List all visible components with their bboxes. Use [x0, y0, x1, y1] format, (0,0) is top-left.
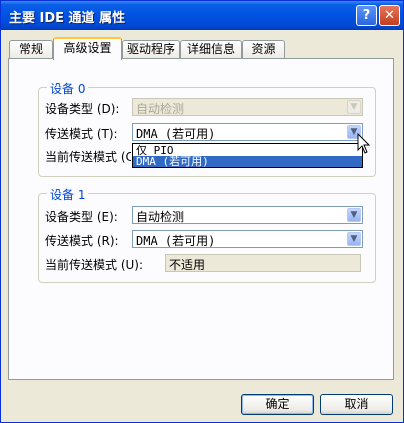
cancel-button[interactable]: 取消 [320, 394, 393, 415]
properties-dialog: 主要 IDE 通道 属性 ? ✕ 常规 高级设置 驱动程序 详细信息 资源 设备… [0, 0, 404, 423]
tab-driver[interactable]: 驱动程序 [122, 40, 180, 58]
device0-mode-select[interactable]: DMA (若可用) ▼ [132, 123, 363, 141]
window-title: 主要 IDE 通道 属性 [9, 11, 126, 26]
device1-type-value: 自动检测 [136, 210, 185, 224]
tab-resources[interactable]: 资源 [242, 40, 285, 58]
device0-type-value: 自动检测 [136, 102, 185, 116]
device1-mode-select[interactable]: DMA (若可用) ▼ [132, 230, 363, 248]
chevron-down-icon: ▼ [347, 100, 361, 114]
device1-mode-label: 传送模式 (R): [45, 234, 119, 248]
device0-mode-value: DMA (若可用) [136, 127, 216, 141]
device1-current-mode-label: 当前传送模式 (U): [45, 258, 144, 272]
chevron-down-icon[interactable]: ▼ [347, 208, 361, 222]
chevron-down-icon[interactable]: ▼ [347, 232, 361, 246]
device1-current-mode-field: 不适用 [165, 254, 361, 272]
device1-mode-value: DMA (若可用) [136, 234, 216, 248]
device1-current-mode-value: 不适用 [169, 258, 206, 272]
device1-type-select[interactable]: 自动检测 ▼ [132, 206, 363, 224]
device1-title: 设备 1 [47, 186, 89, 203]
help-button[interactable]: ? [356, 5, 377, 26]
device0-title: 设备 0 [47, 80, 89, 97]
tab-details[interactable]: 详细信息 [180, 40, 242, 58]
transfer-mode-dropdown-list[interactable]: 仅 PIO DMA (若可用) [132, 143, 363, 168]
close-button[interactable]: ✕ [379, 5, 400, 26]
dropdown-option-dma[interactable]: DMA (若可用) [133, 156, 362, 167]
tab-general[interactable]: 常规 [9, 40, 53, 58]
mouse-cursor-icon [357, 133, 371, 154]
device0-mode-label: 传送模式 (T): [45, 127, 118, 141]
title-bar[interactable]: 主要 IDE 通道 属性 ? ✕ [1, 1, 403, 30]
device0-current-mode-label: 当前传送模式 (C): [45, 150, 131, 164]
device0-type-label: 设备类型 (D): [45, 102, 120, 116]
device1-type-label: 设备类型 (E): [45, 210, 118, 224]
tab-advanced-settings[interactable]: 高级设置 [53, 37, 122, 60]
device0-type-select: 自动检测 ▼ [132, 98, 363, 116]
ok-button[interactable]: 确定 [241, 394, 314, 415]
